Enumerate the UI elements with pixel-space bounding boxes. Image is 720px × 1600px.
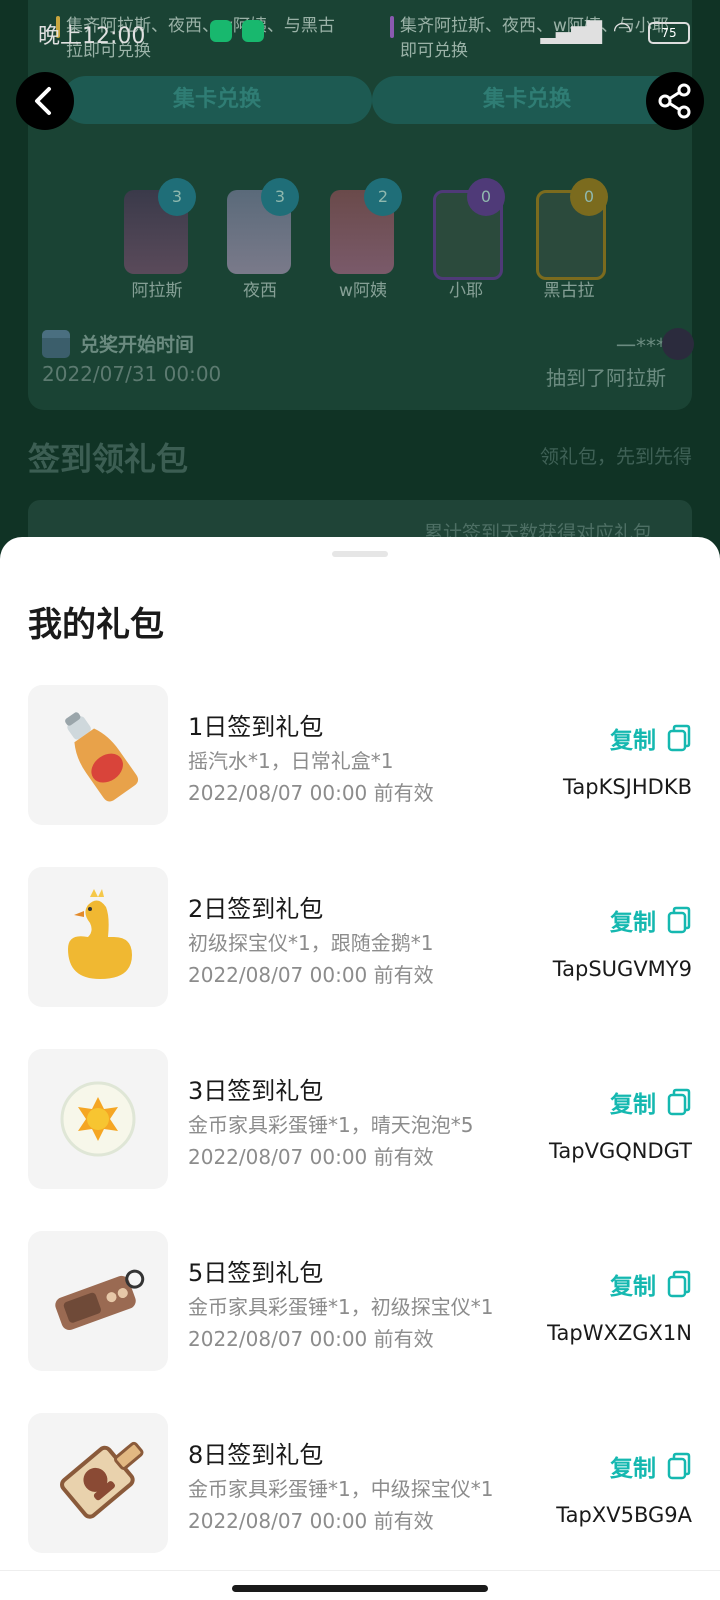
- signal-icon: ▂▄▆█: [540, 20, 602, 44]
- sun-bubble-icon: [28, 1049, 168, 1189]
- redeem-time-value: 2022/07/31 00:00: [42, 362, 222, 386]
- winner-ticker: 一*** 抽到了阿拉斯: [466, 330, 666, 391]
- character-name: 阿拉斯: [131, 281, 183, 301]
- gift-name: 1日签到礼包: [188, 713, 324, 741]
- gift-item: 3日签到礼包 金币家具彩蛋锤*1，晴天泡泡*5 2022/08/07 00:00…: [0, 1049, 720, 1189]
- copy-code-button[interactable]: 复制: [610, 905, 692, 936]
- gift-item: 1日签到礼包 摇汽水*1，日常礼盒*1 2022/08/07 00:00 前有效…: [0, 685, 720, 825]
- copy-icon: [667, 1088, 691, 1116]
- card-count-badge: 0: [570, 178, 608, 216]
- character-card[interactable]: 0 小耶: [421, 176, 511, 306]
- gift-code: TapWXZGX1N: [547, 1321, 692, 1345]
- battery-icon: 75: [648, 22, 690, 44]
- gift-name: 3日签到礼包: [188, 1077, 324, 1105]
- copy-code-button[interactable]: 复制: [610, 1087, 692, 1118]
- character-card-row: 3 阿拉斯 3 夜西 2 w阿姨 0 小耶 0 黑古拉: [112, 176, 612, 316]
- character-name: 小耶: [449, 281, 483, 301]
- character-name: 夜西: [243, 281, 277, 301]
- back-button[interactable]: [16, 72, 74, 130]
- character-name: 黑古拉: [543, 281, 595, 301]
- gift-name: 2日签到礼包: [188, 895, 324, 923]
- share-icon: [658, 83, 691, 119]
- checkin-section-subtitle: 领礼包，先到先得: [539, 446, 692, 468]
- my-gifts-sheet: 我的礼包 1日签到礼包 摇汽水*1，日常礼盒*1 2022/08/07 00:0…: [0, 537, 720, 1600]
- checkin-section-title: 签到领礼包: [28, 440, 189, 478]
- sheet-title: 我的礼包: [28, 605, 164, 645]
- sheet-grabber[interactable]: [332, 551, 388, 557]
- collect-redeem-button-left[interactable]: 集卡兑换: [62, 76, 372, 124]
- wifi-icon: ◠: [612, 18, 632, 43]
- wechat-icon: [242, 20, 264, 42]
- card-count-badge: 2: [364, 178, 402, 216]
- copy-icon: [667, 1452, 691, 1480]
- gift-code: TapVGQNDGT: [549, 1139, 692, 1163]
- event-page-background: 集齐阿拉斯、夜西、w阿姨、与黑古拉即可兑换 集卡兑换 集齐阿拉斯、夜西、w阿姨、…: [0, 0, 720, 560]
- gift-name: 5日签到礼包: [188, 1259, 324, 1287]
- copy-code-button[interactable]: 复制: [610, 1451, 692, 1482]
- gift-code: TapSUGVMY9: [552, 957, 692, 981]
- home-indicator[interactable]: [232, 1585, 488, 1592]
- copy-label: 复制: [610, 728, 656, 754]
- notification-app-icon: [210, 20, 232, 42]
- calendar-icon: [42, 330, 70, 358]
- character-card[interactable]: 3 夜西: [215, 176, 305, 306]
- golden-goose-icon: [28, 867, 168, 1007]
- gift-code: TapKSJHDKB: [563, 775, 692, 799]
- copy-icon: [667, 1270, 691, 1298]
- copy-code-button[interactable]: 复制: [610, 723, 692, 754]
- gift-items: 金币家具彩蛋锤*1，中级探宝仪*1: [188, 1477, 494, 1501]
- copy-label: 复制: [610, 1092, 656, 1118]
- back-arrow-icon: [35, 87, 51, 115]
- character-name: w阿姨: [339, 281, 387, 301]
- card-count-badge: 0: [467, 178, 505, 216]
- card-count-badge: 3: [158, 178, 196, 216]
- gift-items: 初级探宝仪*1，跟随金鹅*1: [188, 931, 434, 955]
- copy-code-button[interactable]: 复制: [610, 1269, 692, 1300]
- status-bar: 晚上12:00 ▂▄▆█ ◠ 75: [0, 0, 720, 60]
- copy-icon: [667, 724, 691, 752]
- copy-label: 复制: [610, 910, 656, 936]
- battery-level: 75: [661, 26, 677, 40]
- copy-icon: [667, 906, 691, 934]
- winner-text: 抽到了阿拉斯: [546, 366, 666, 390]
- gift-item: 8日签到礼包 金币家具彩蛋锤*1，中级探宝仪*1 2022/08/07 00:0…: [0, 1413, 720, 1553]
- copy-label: 复制: [610, 1456, 656, 1482]
- status-time: 晚上12:00: [38, 24, 146, 49]
- character-card[interactable]: 2 w阿姨: [318, 176, 408, 306]
- advanced-detector-icon: [28, 1413, 168, 1553]
- character-card[interactable]: 3 阿拉斯: [112, 176, 202, 306]
- character-card[interactable]: 0 黑古拉: [524, 176, 614, 306]
- gift-item: 5日签到礼包 金币家具彩蛋锤*1，初级探宝仪*1 2022/08/07 00:0…: [0, 1231, 720, 1371]
- gift-item: 2日签到礼包 初级探宝仪*1，跟随金鹅*1 2022/08/07 00:00 前…: [0, 867, 720, 1007]
- collect-redeem-button-right[interactable]: 集卡兑换: [372, 76, 682, 124]
- sheet-bottom-divider: [0, 1570, 720, 1571]
- card-count-badge: 3: [261, 178, 299, 216]
- gift-items: 金币家具彩蛋锤*1，晴天泡泡*5: [188, 1113, 474, 1137]
- gift-items: 金币家具彩蛋锤*1，初级探宝仪*1: [188, 1295, 494, 1319]
- copy-label: 复制: [610, 1274, 656, 1300]
- redeem-time-label: 兑奖开始时间: [80, 334, 195, 356]
- winner-avatar: [662, 328, 694, 360]
- gift-code: TapXV5BG9A: [556, 1503, 692, 1527]
- gift-name: 8日签到礼包: [188, 1441, 324, 1469]
- share-button[interactable]: [646, 72, 704, 130]
- gift-items: 摇汽水*1，日常礼盒*1: [188, 749, 394, 773]
- soda-bottle-icon: [28, 685, 168, 825]
- treasure-detector-icon: [28, 1231, 168, 1371]
- winner-name: 一***: [616, 334, 666, 358]
